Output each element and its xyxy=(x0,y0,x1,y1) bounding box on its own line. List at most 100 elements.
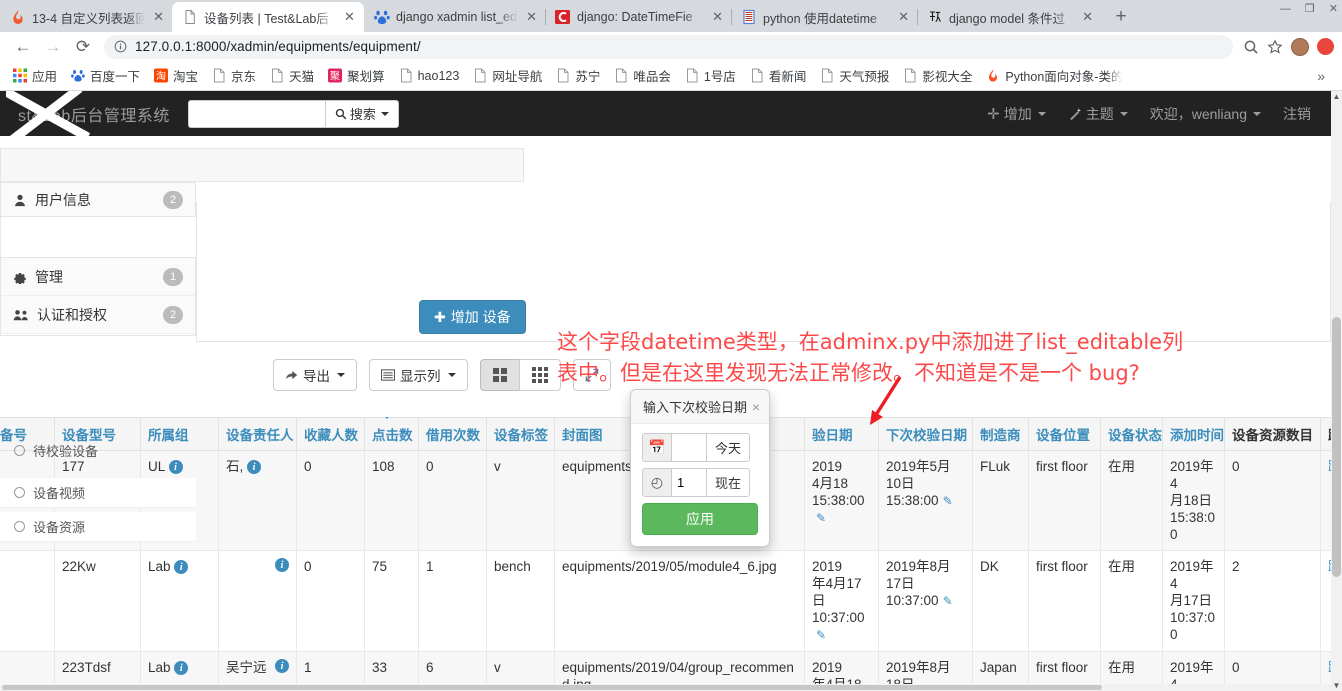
reload-button[interactable]: ⟳ xyxy=(68,33,98,61)
sidebar-subitem-video[interactable]: 设备视频 xyxy=(0,478,196,508)
cell-jump-link[interactable]: 跳转 xyxy=(1320,550,1331,652)
header-menu-user[interactable]: 欢迎，wenliang xyxy=(1150,104,1261,124)
grid-view-button[interactable] xyxy=(479,359,520,391)
sidebar-subitem-pending[interactable]: 待校验设备 xyxy=(0,442,196,459)
sidebar-item-auth[interactable]: 认证和授权 2 xyxy=(1,296,195,334)
table-row[interactable]: 22Kw Lab i i 0 75 1 bench equipments/201… xyxy=(0,550,1331,652)
col-header-favorites[interactable]: 收藏人数 xyxy=(296,417,365,451)
browser-tab-5[interactable]: django model 条件过 ✕ xyxy=(917,2,1101,32)
page-icon xyxy=(558,68,569,83)
col-header-owner[interactable]: 设备责任人 xyxy=(218,417,297,451)
col-header-clicks[interactable]: 点击数 xyxy=(364,417,419,451)
add-equipment-button[interactable]: ✚ 增加 设备 xyxy=(419,300,526,334)
now-button[interactable]: 现在 xyxy=(706,468,751,497)
info-icon[interactable]: i xyxy=(275,558,289,572)
sidebar-item-user-info[interactable]: 用户信息 2 xyxy=(1,183,195,216)
bookmark-yihaodian[interactable]: 1号店 xyxy=(679,63,742,88)
page-icon xyxy=(686,68,698,83)
minimize-icon[interactable]: — xyxy=(1280,3,1291,15)
info-icon[interactable]: i xyxy=(247,460,262,475)
scroll-up-icon[interactable]: ▲ xyxy=(1331,91,1342,102)
tab-close-icon[interactable]: ✕ xyxy=(896,9,909,25)
header-menu-logout[interactable]: 注销 xyxy=(1283,104,1311,124)
bookmark-tmall[interactable]: 天猫 xyxy=(264,63,320,88)
bookmark-movies[interactable]: 影视大全 xyxy=(897,63,978,88)
bookmark-python[interactable]: Python面向对象-类的 xyxy=(980,63,1129,88)
close-window-icon[interactable]: ✕ xyxy=(1329,2,1338,15)
edit-pencil-icon[interactable]: ✎ xyxy=(816,511,826,525)
tab-close-icon[interactable]: ✕ xyxy=(1080,9,1093,25)
horizontal-scrollbar[interactable] xyxy=(0,684,1331,691)
browser-tab-2[interactable]: django xadmin list_ed ✕ xyxy=(364,2,545,32)
edit-pencil-icon[interactable]: ✎ xyxy=(816,628,826,642)
search-input[interactable] xyxy=(187,99,325,128)
info-icon[interactable]: i xyxy=(275,659,289,673)
back-button[interactable]: ← xyxy=(8,33,38,61)
bookmark-baidu[interactable]: 百度一下 xyxy=(65,63,146,88)
horizontal-scrollbar-thumb[interactable] xyxy=(2,685,1102,690)
address-bar[interactable]: 127.0.0.1:8000/xadmin/equipments/equipme… xyxy=(104,34,1233,59)
bookmark-hao123[interactable]: hao123 xyxy=(393,65,466,86)
bookmark-news[interactable]: 看新闻 xyxy=(744,63,813,88)
info-icon[interactable]: i xyxy=(174,661,189,676)
col-header-tag[interactable]: 设备标签 xyxy=(486,417,555,451)
edit-pencil-icon[interactable]: ✎ xyxy=(943,594,953,608)
maximize-icon[interactable]: ❐ xyxy=(1305,2,1315,15)
bookmark-jd[interactable]: 京东 xyxy=(206,63,262,88)
dense-view-button[interactable] xyxy=(518,359,561,391)
sidebar-subitem-resource[interactable]: 设备资源 xyxy=(0,512,196,542)
search-button-label: 搜索 xyxy=(349,107,376,122)
bookmark-suning[interactable]: 苏宁 xyxy=(550,63,606,88)
sidebar-item-manage[interactable]: 管理 1 xyxy=(1,258,195,296)
vertical-scrollbar-thumb[interactable] xyxy=(1332,317,1341,577)
browser-tab-1[interactable]: 设备列表 | Test&Lab后 ✕ xyxy=(172,2,364,32)
edit-pencil-icon[interactable]: ✎ xyxy=(943,494,953,508)
chevron-down-icon xyxy=(1037,111,1046,116)
bookmark-apps[interactable]: 应用 xyxy=(7,63,63,88)
bookmark-weather[interactable]: 天气预报 xyxy=(814,63,895,88)
header-menu-theme[interactable]: 主题 xyxy=(1068,104,1128,124)
avatar[interactable] xyxy=(1291,37,1309,56)
tab-close-icon[interactable]: ✕ xyxy=(151,9,164,25)
col-header-status[interactable]: 设备状态 xyxy=(1100,417,1163,451)
bookmark-vip[interactable]: 唯品会 xyxy=(608,63,677,88)
col-header-location[interactable]: 设备位置 xyxy=(1028,417,1101,451)
browser-tab-3[interactable]: django: DateTimeFie ✕ xyxy=(545,2,731,32)
time-input[interactable] xyxy=(672,468,706,497)
tab-close-icon[interactable]: ✕ xyxy=(710,9,723,25)
apply-button[interactable]: 应用 xyxy=(642,503,758,535)
today-button[interactable]: 今天 xyxy=(706,433,751,462)
col-header-added[interactable]: 添加时间 xyxy=(1162,417,1225,451)
tab-close-icon[interactable]: ✕ xyxy=(342,9,355,25)
browser-tab-4[interactable]: python 使用datetime ✕ xyxy=(731,2,917,32)
vertical-scrollbar[interactable]: ▲ ▼ xyxy=(1331,91,1342,691)
search-button[interactable]: 搜索 xyxy=(324,99,399,128)
new-tab-button[interactable]: + xyxy=(1107,3,1135,31)
cell-jump-link[interactable]: 跳转 xyxy=(1320,450,1331,551)
calendar-icon[interactable]: 📅 xyxy=(642,433,672,462)
col-header-maker[interactable]: 制造商 xyxy=(972,417,1029,451)
star-icon[interactable] xyxy=(1267,38,1283,55)
scroll-down-icon[interactable]: ▼ xyxy=(1331,680,1342,691)
browser-tab-0[interactable]: 13-4 自定义列表返回数 ✕ xyxy=(0,2,172,32)
search-icon[interactable] xyxy=(1243,39,1259,55)
sidebar-item-label: 认证和授权 xyxy=(37,306,107,323)
bookmark-label: 看新闻 xyxy=(768,70,807,84)
bookmark-juhuasuan[interactable]: 聚 聚划算 xyxy=(322,63,391,88)
forward-button[interactable]: → xyxy=(38,33,68,61)
info-icon[interactable]: i xyxy=(174,560,189,575)
date-input[interactable] xyxy=(672,433,706,462)
show-columns-button[interactable]: 显示列 xyxy=(369,359,468,391)
col-header-borrows[interactable]: 借用次数 xyxy=(418,417,487,451)
site-brand[interactable]: st&Lab后台管理系统 xyxy=(0,102,170,126)
clock-icon[interactable]: ◴ xyxy=(642,468,672,497)
export-button[interactable]: 导出 xyxy=(273,359,357,391)
header-menu-add[interactable]: ✛ 增加 xyxy=(987,104,1046,124)
bookmarks-overflow-button[interactable]: » xyxy=(1317,68,1335,84)
bookmark-nav[interactable]: 网址导航 xyxy=(467,63,548,88)
tab-close-icon[interactable]: ✕ xyxy=(524,9,537,25)
close-icon[interactable]: × xyxy=(752,400,760,414)
bookmark-taobao[interactable]: 淘 淘宝 xyxy=(148,63,204,88)
extension-icon[interactable] xyxy=(1317,38,1334,55)
page-icon xyxy=(905,68,916,83)
